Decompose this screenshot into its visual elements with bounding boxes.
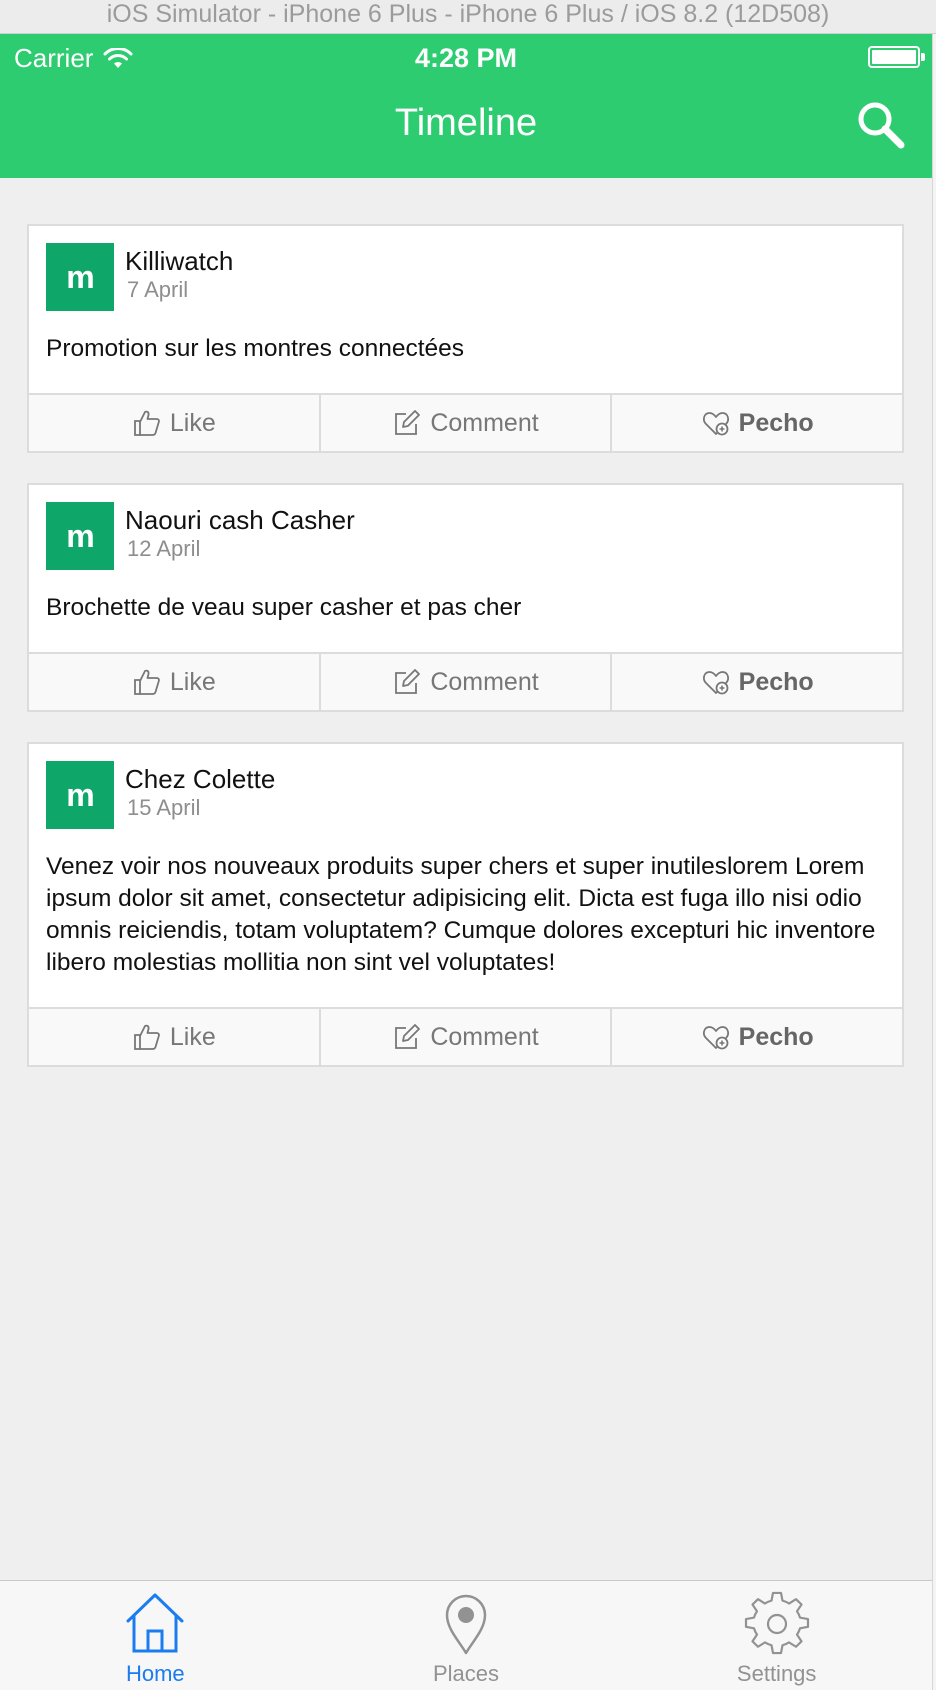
timeline-feed: m Killiwatch 7 April Promotion sur les m… xyxy=(27,224,904,1097)
tab-places-label: Places xyxy=(432,1661,500,1686)
simulator-edge xyxy=(932,34,936,1690)
edit-icon xyxy=(395,410,421,435)
post-text: Promotion sur les montres connectées xyxy=(46,335,465,362)
thumbs-up-icon xyxy=(133,410,160,436)
status-time: 4:28 PM xyxy=(414,43,518,73)
post-actions: Like Comment Pecho xyxy=(29,393,902,451)
map-pin-icon xyxy=(445,1594,487,1655)
post-text: Brochette de veau super casher et pas ch… xyxy=(46,594,522,621)
heart-plus-icon xyxy=(702,1026,729,1050)
tab-settings-label: Settings xyxy=(736,1661,817,1686)
author-name[interactable]: Naouri cash Casher xyxy=(125,505,355,535)
post-text: Venez voir nos nouveaux produits super c… xyxy=(46,853,876,976)
comment-label: Comment xyxy=(430,408,539,437)
author-name[interactable]: Killiwatch xyxy=(125,246,233,276)
tab-home[interactable]: Home xyxy=(0,1581,311,1690)
pecho-label: Pecho xyxy=(738,667,814,696)
pecho-label: Pecho xyxy=(738,1022,814,1051)
tab-bar: Home Places Settings xyxy=(0,1580,932,1690)
edit-icon xyxy=(395,669,421,694)
like-label: Like xyxy=(169,667,216,696)
post-date: 7 April xyxy=(127,277,189,302)
post-actions: Like Comment Pecho xyxy=(29,652,902,710)
like-button[interactable]: Like xyxy=(29,1009,319,1065)
like-label: Like xyxy=(169,1022,216,1051)
app-header: Carrier 4:28 PM Timeline xyxy=(0,34,932,178)
pecho-button[interactable]: Pecho xyxy=(610,395,902,451)
tab-settings[interactable]: Settings xyxy=(621,1581,932,1690)
like-button[interactable]: Like xyxy=(29,654,319,710)
like-button[interactable]: Like xyxy=(29,395,319,451)
post-date: 12 April xyxy=(127,536,201,561)
edit-icon xyxy=(395,1024,421,1049)
thumbs-up-icon xyxy=(133,1024,160,1050)
device-screen: Carrier 4:28 PM Timeline m Killiwatch 7 … xyxy=(0,34,932,1690)
post-actions: Like Comment Pecho xyxy=(29,1007,902,1065)
home-icon xyxy=(126,1593,184,1653)
post-card: m Chez Colette 15 April Venez voir nos n… xyxy=(27,742,904,1067)
avatar[interactable]: m xyxy=(46,243,114,311)
post-author-row: m Naouri cash Casher 12 April xyxy=(46,502,885,570)
post-date: 15 April xyxy=(127,795,201,820)
avatar[interactable]: m xyxy=(46,502,114,570)
like-label: Like xyxy=(169,408,216,437)
tab-places[interactable]: Places xyxy=(311,1581,622,1690)
pecho-button[interactable]: Pecho xyxy=(610,1009,902,1065)
status-bar: Carrier 4:28 PM xyxy=(0,34,932,78)
pecho-button[interactable]: Pecho xyxy=(610,654,902,710)
battery-icon xyxy=(868,46,925,68)
thumbs-up-icon xyxy=(133,669,160,695)
author-name[interactable]: Chez Colette xyxy=(125,764,275,794)
heart-plus-icon xyxy=(702,671,729,695)
post-author-row: m Killiwatch 7 April xyxy=(46,243,885,311)
avatar[interactable]: m xyxy=(46,761,114,829)
comment-button[interactable]: Comment xyxy=(318,395,611,451)
comment-button[interactable]: Comment xyxy=(318,654,611,710)
comment-label: Comment xyxy=(430,1022,539,1051)
tab-home-label: Home xyxy=(125,1661,185,1686)
pecho-label: Pecho xyxy=(738,408,814,437)
gear-icon xyxy=(744,1591,809,1655)
simulator-window-title: iOS Simulator - iPhone 6 Plus - iPhone 6… xyxy=(0,0,936,34)
heart-plus-icon xyxy=(702,412,729,436)
comment-button[interactable]: Comment xyxy=(318,1009,611,1065)
post-card: m Naouri cash Casher 12 April Brochette … xyxy=(27,483,904,712)
search-button[interactable] xyxy=(854,98,908,152)
search-icon xyxy=(858,102,905,149)
post-author-row: m Chez Colette 15 April xyxy=(46,761,885,829)
comment-label: Comment xyxy=(430,667,539,696)
page-title: Timeline xyxy=(394,102,538,144)
post-card: m Killiwatch 7 April Promotion sur les m… xyxy=(27,224,904,453)
